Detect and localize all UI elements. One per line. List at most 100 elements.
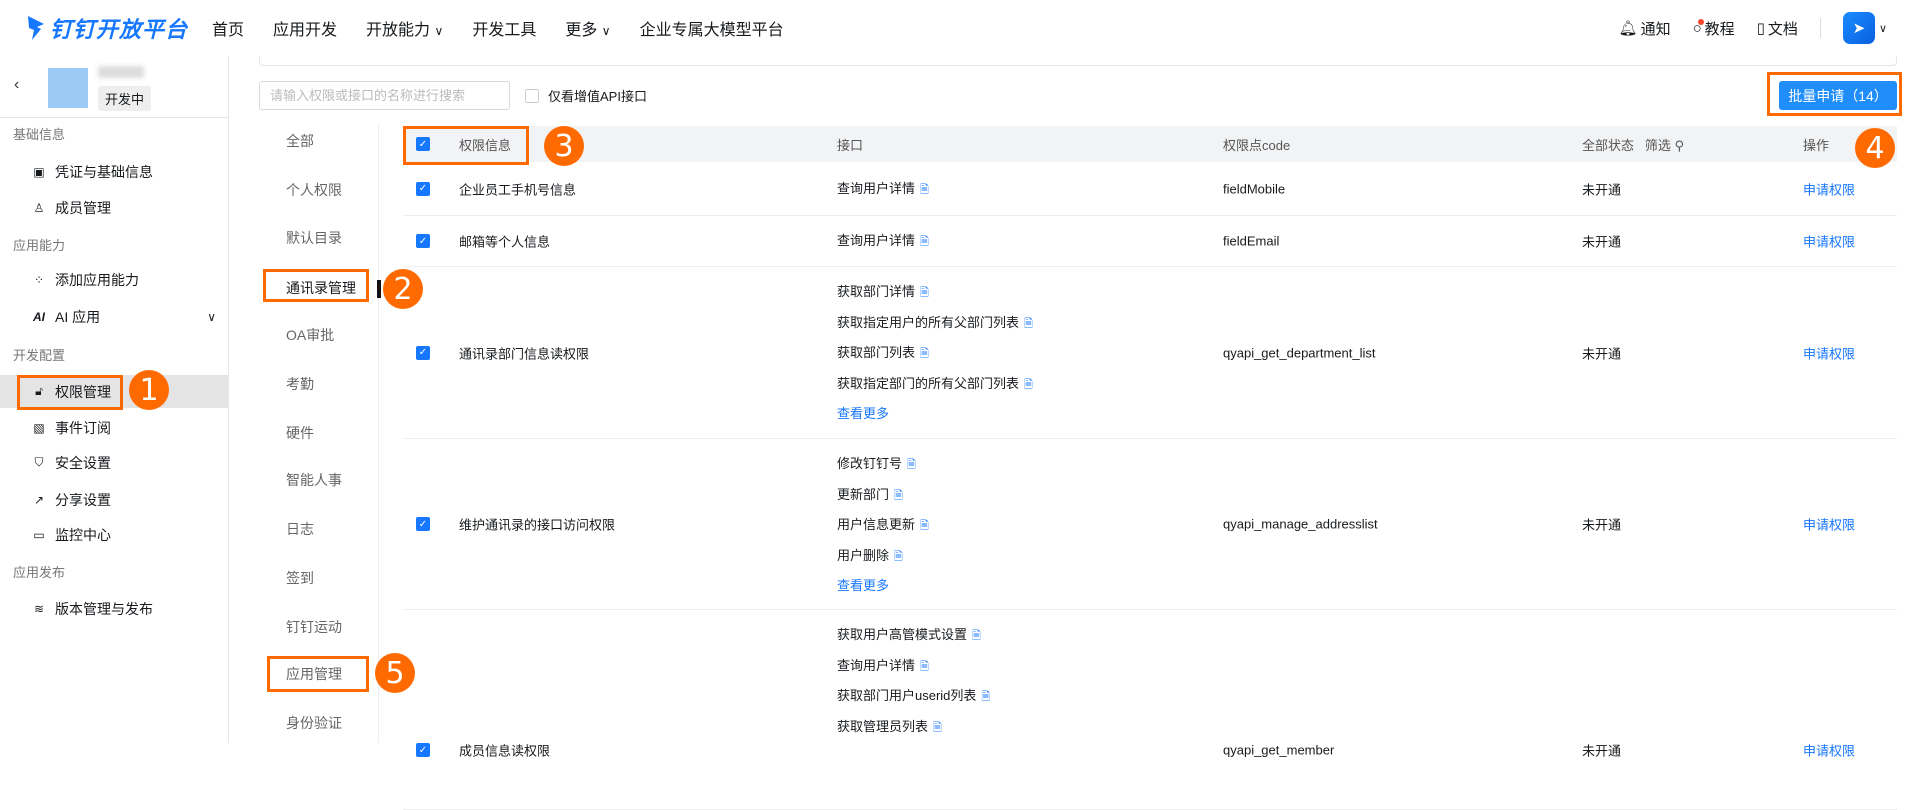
permission-code: fieldMobile (1223, 181, 1286, 196)
doc-icon[interactable]: 🗎︎ (920, 236, 929, 248)
nav-open-capability[interactable]: 开放能力 ∨ (366, 16, 443, 40)
doc-icon[interactable]: 🗎︎ (1024, 318, 1033, 330)
sidebar-item-security[interactable]: ⛉ 安全设置 (0, 446, 228, 479)
doc-icon[interactable]: 🗎︎ (894, 490, 903, 502)
apply-permission-link[interactable]: 申请权限 (1803, 515, 1855, 534)
docs-link[interactable]: ▯ 文档 (1757, 18, 1798, 39)
sidebar-item-label: 添加应用能力 (55, 271, 139, 288)
api-item[interactable]: 获取指定用户的所有父部门列表 🗎︎ (837, 308, 1033, 339)
sidebar-item-monitor[interactable]: ▭ 监控中心 (0, 518, 228, 551)
api-item[interactable]: 获取部门列表 🗎︎ (837, 338, 1033, 369)
checkbox[interactable] (525, 88, 539, 103)
only-paid-api-checkbox[interactable]: 仅看增值API接口 (525, 86, 647, 105)
row-checkbox[interactable]: ✓ (416, 345, 430, 360)
doc-icon[interactable]: 🗎︎ (920, 348, 929, 360)
tab-category[interactable]: 考勤 (286, 374, 314, 394)
back-icon[interactable]: ‹ (14, 76, 19, 94)
api-item[interactable]: 查询用户详情 🗎︎ (837, 651, 990, 682)
sidebar-item-label: 成员管理 (55, 199, 111, 216)
annotation-box-1 (17, 375, 123, 410)
tab-category[interactable]: 日志 (286, 519, 314, 539)
tab-category[interactable]: 钉钉运动 (286, 617, 342, 637)
view-more-link[interactable]: 查看更多 (837, 571, 929, 602)
chevron-down-icon[interactable]: ∨ (1879, 22, 1887, 35)
permission-code: qyapi_manage_addresslist (1223, 516, 1378, 532)
api-item[interactable]: 修改钉钉号 🗎︎ (837, 449, 929, 480)
annotation-box-5 (267, 656, 369, 692)
header-code: 权限点code (1223, 137, 1291, 153)
header-status[interactable]: 全部状态 筛选 ⚲ (1582, 135, 1684, 154)
apply-permission-link[interactable]: 申请权限 (1803, 343, 1855, 362)
permission-search-input[interactable] (259, 81, 510, 110)
api-name: 获取指定部门的所有父部门列表 (837, 375, 1020, 391)
api-item[interactable]: 获取指定部门的所有父部门列表 🗎︎ (837, 369, 1033, 400)
tab-category[interactable]: 默认目录 (286, 228, 342, 248)
row-checkbox[interactable]: ✓ (416, 517, 430, 531)
annotation-box-2 (263, 269, 369, 302)
nav-dev-tools[interactable]: 开发工具 (472, 16, 536, 40)
nav-more[interactable]: 更多 ∨ (565, 16, 610, 40)
row-checkbox[interactable]: ✓ (416, 234, 430, 248)
tab-category[interactable]: 签到 (286, 568, 314, 588)
api-item[interactable]: 获取管理员列表 🗎︎ (837, 712, 990, 743)
row-checkbox[interactable]: ✓ (416, 743, 430, 757)
doc-icon[interactable]: 🗎︎ (920, 287, 929, 299)
tab-category[interactable]: 身份验证 (286, 713, 342, 733)
doc-icon[interactable]: 🗎︎ (1024, 379, 1033, 391)
tab-category[interactable]: 全部 (286, 131, 314, 151)
doc-icon[interactable]: 🗎︎ (920, 184, 929, 196)
sidebar-item-ai-app[interactable]: AI AI 应用 ∨ (0, 300, 228, 333)
api-item[interactable]: 查询用户详情 🗎︎ (837, 230, 929, 252)
apply-permission-link[interactable]: 申请权限 (1803, 232, 1855, 251)
tutorial-link[interactable]: ○ 教程 (1693, 18, 1735, 39)
tab-category[interactable]: 个人权限 (286, 180, 342, 200)
nav-app-dev[interactable]: 应用开发 (273, 16, 337, 40)
view-more-link[interactable]: 查看更多 (837, 399, 1033, 430)
doc-icon[interactable]: 🗎︎ (920, 520, 929, 532)
api-item[interactable]: 查询用户详情 🗎︎ (837, 178, 929, 200)
permission-name: 维护通讯录的接口访问权限 (459, 517, 616, 533)
notify-link[interactable]: 🔔︎ 通知 (1619, 18, 1671, 39)
table-row: ✓ 企业员工手机号信息 查询用户详情 🗎︎ fieldMobile 未开通 申请权限 (403, 162, 1897, 216)
app-status-badge: 开发中 (98, 86, 152, 111)
sidebar-item-versions[interactable]: ≋ 版本管理与发布 (0, 592, 228, 625)
sidebar-item-events[interactable]: ▧ 事件订阅 (0, 411, 228, 444)
status-text: 未开通 (1582, 517, 1622, 533)
api-item[interactable]: 获取用户高管模式设置 🗎︎ (837, 620, 990, 651)
sidebar-item-credentials[interactable]: ▣ 凭证与基础信息 (0, 155, 228, 188)
share-icon: ↗ (33, 492, 45, 507)
apply-permission-link[interactable]: 申请权限 (1803, 179, 1855, 198)
api-item[interactable]: 用户信息更新 🗎︎ (837, 510, 929, 541)
nav-enterprise-llm[interactable]: 企业专属大模型平台 (640, 16, 784, 40)
logo[interactable]: 钉钉开放平台 (26, 12, 188, 44)
status-text: 未开通 (1582, 182, 1622, 197)
sidebar-item-members[interactable]: ♙ 成员管理 (0, 191, 228, 224)
status-filter-label: 全部状态 (1582, 137, 1635, 153)
tab-category[interactable]: OA审批 (286, 325, 334, 345)
api-item[interactable]: 获取部门用户userid列表 🗎︎ (837, 681, 990, 712)
doc-icon[interactable]: 🗎︎ (933, 722, 942, 734)
table-row: ✓ 维护通讯录的接口访问权限 修改钉钉号 🗎︎ 更新部门 🗎︎ 用户信息更新 🗎︎ 用户删除 🗎︎… (403, 439, 1897, 610)
api-list: 获取用户高管模式设置 🗎︎ 查询用户详情 🗎︎ 获取部门用户userid列表 🗎︎ 获取管理… (837, 610, 990, 742)
doc-icon[interactable]: 🗎︎ (894, 551, 903, 563)
api-item[interactable]: 更新部门 🗎︎ (837, 480, 929, 511)
doc-icon[interactable]: 🗎︎ (920, 661, 929, 673)
chevron-down-icon: ∨ (207, 309, 216, 324)
doc-icon[interactable]: 🗎︎ (981, 691, 990, 703)
api-item[interactable]: 用户删除 🗎︎ (837, 541, 929, 572)
tab-category[interactable]: 智能人事 (286, 470, 342, 490)
api-item[interactable]: 获取部门详情 🗎︎ (837, 277, 1033, 308)
nav-home[interactable]: 首页 (212, 16, 244, 40)
credential-icon: ▣ (33, 164, 45, 179)
sidebar-item-share[interactable]: ↗ 分享设置 (0, 483, 228, 516)
doc-icon[interactable]: 🗎︎ (907, 459, 916, 471)
status-text: 未开通 (1582, 743, 1622, 759)
row-checkbox[interactable]: ✓ (416, 181, 430, 196)
user-avatar[interactable]: ➤ (1842, 12, 1875, 44)
sidebar-item-add-capability[interactable]: ⁘ 添加应用能力 (0, 263, 228, 296)
api-name: 用户删除 (837, 547, 890, 563)
api-name: 获取管理员列表 (837, 718, 929, 734)
doc-icon[interactable]: 🗎︎ (972, 630, 981, 642)
tab-category[interactable]: 硬件 (286, 423, 314, 443)
apply-permission-link[interactable]: 申请权限 (1803, 741, 1855, 760)
